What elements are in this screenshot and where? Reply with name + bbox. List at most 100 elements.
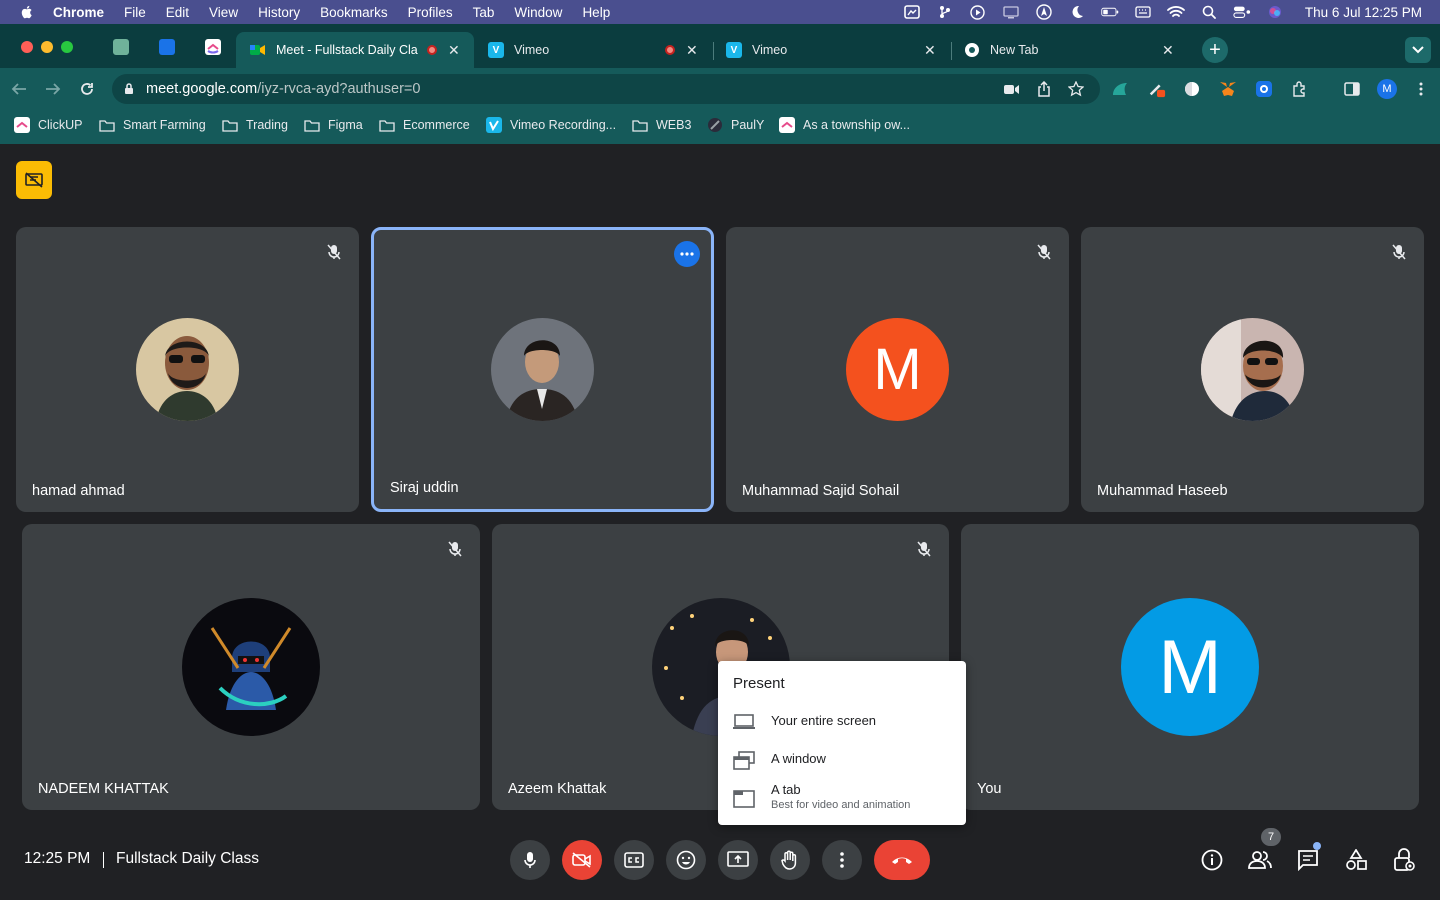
reload-icon[interactable] bbox=[77, 79, 97, 99]
lock-icon[interactable] bbox=[124, 82, 134, 100]
bookmark-vimeo-recording[interactable]: Vimeo Recording... bbox=[486, 117, 616, 133]
menubar-clock[interactable]: Thu 6 Jul 12:25 PM bbox=[1305, 5, 1422, 20]
bookmark-clickup[interactable]: ClickUP bbox=[14, 117, 82, 133]
navigation-status-icon[interactable] bbox=[1035, 4, 1053, 20]
control-center-icon[interactable] bbox=[1233, 5, 1251, 19]
status-area: Thu 6 Jul 12:25 PM bbox=[903, 0, 1422, 24]
participant-tile[interactable]: M Muhammad Sajid Sohail bbox=[726, 227, 1069, 512]
microphone-button[interactable] bbox=[510, 840, 550, 880]
keyboard-status-icon[interactable] bbox=[1134, 5, 1152, 19]
bookmark-web3[interactable]: WEB3 bbox=[632, 118, 691, 132]
address-bar[interactable]: meet.google.com/iyz-rvca-ayd?authuser=0 bbox=[112, 74, 1100, 104]
extension-pen-icon[interactable] bbox=[1148, 80, 1166, 98]
chat-icon[interactable] bbox=[1295, 847, 1321, 873]
forward-arrow-icon[interactable] bbox=[43, 79, 63, 99]
close-tab-icon[interactable]: ✕ bbox=[924, 42, 936, 59]
git-status-icon[interactable] bbox=[936, 5, 954, 19]
apple-icon[interactable] bbox=[19, 4, 35, 20]
display-status-icon[interactable] bbox=[1002, 5, 1020, 19]
participant-name: Muhammad Sajid Sohail bbox=[742, 483, 900, 499]
participant-tile-self[interactable]: M You bbox=[961, 524, 1419, 810]
people-icon[interactable] bbox=[1247, 847, 1273, 873]
present-now-button[interactable] bbox=[718, 840, 758, 880]
tab-vimeo-1[interactable]: V Vimeo ✕ bbox=[474, 32, 710, 68]
host-controls-icon[interactable] bbox=[1391, 847, 1417, 873]
participant-name: Siraj uddin bbox=[390, 480, 459, 496]
wifi-icon[interactable] bbox=[1167, 5, 1185, 19]
meeting-details-icon[interactable] bbox=[1199, 847, 1225, 873]
participant-tile[interactable]: hamad ahmad bbox=[16, 227, 359, 512]
participant-tile[interactable]: Muhammad Haseeb bbox=[1081, 227, 1424, 512]
bookmark-label: WEB3 bbox=[656, 118, 692, 132]
activities-icon[interactable] bbox=[1343, 847, 1369, 873]
raise-hand-button[interactable] bbox=[770, 840, 810, 880]
tab-vimeo-2[interactable]: V Vimeo ✕ bbox=[712, 32, 948, 68]
back-arrow-icon[interactable] bbox=[9, 79, 29, 99]
bookmark-pauly[interactable]: PaulY bbox=[707, 118, 764, 132]
screen-share-status-icon[interactable] bbox=[903, 5, 921, 19]
folder-icon bbox=[222, 118, 238, 132]
pinned-tab-clickup[interactable] bbox=[205, 39, 221, 55]
moon-icon[interactable] bbox=[1068, 5, 1086, 19]
chrome-menu-icon[interactable] bbox=[1412, 80, 1430, 98]
menu-window[interactable]: Window bbox=[514, 5, 562, 20]
menu-help[interactable]: Help bbox=[582, 5, 610, 20]
participant-tile[interactable]: Siraj uddin bbox=[371, 227, 714, 512]
present-entire-screen-option[interactable]: Your entire screen bbox=[718, 703, 966, 739]
close-tab-icon[interactable]: ✕ bbox=[686, 42, 698, 59]
menu-tab[interactable]: Tab bbox=[473, 5, 495, 20]
play-status-icon[interactable] bbox=[969, 4, 987, 20]
bookmark-figma[interactable]: Figma bbox=[304, 118, 363, 132]
menu-app-name[interactable]: Chrome bbox=[53, 5, 104, 20]
close-tab-icon[interactable]: ✕ bbox=[448, 42, 460, 59]
profile-avatar[interactable]: M bbox=[1377, 79, 1397, 99]
presenting-status-icon[interactable] bbox=[16, 161, 52, 199]
camera-in-use-icon[interactable] bbox=[1003, 80, 1021, 98]
people-count-badge: 7 bbox=[1261, 828, 1281, 846]
address-url: meet.google.com/iyz-rvca-ayd?authuser=0 bbox=[146, 81, 420, 97]
close-tab-icon[interactable]: ✕ bbox=[1162, 42, 1174, 59]
present-tab-option[interactable]: A tab Best for video and animation bbox=[718, 780, 966, 816]
bookmark-township[interactable]: As a township ow... bbox=[779, 117, 910, 133]
menu-profiles[interactable]: Profiles bbox=[408, 5, 453, 20]
menu-file[interactable]: File bbox=[124, 5, 146, 20]
pinned-tab-chatgpt[interactable] bbox=[113, 39, 129, 55]
present-window-option[interactable]: A window bbox=[718, 741, 966, 777]
more-options-icon[interactable] bbox=[674, 241, 700, 267]
reactions-button[interactable] bbox=[666, 840, 706, 880]
tab-new-tab[interactable]: New Tab ✕ bbox=[950, 32, 1186, 68]
mic-off-icon bbox=[444, 538, 466, 560]
share-icon[interactable] bbox=[1035, 80, 1053, 98]
spotlight-search-icon[interactable] bbox=[1200, 5, 1218, 19]
siri-icon[interactable] bbox=[1266, 5, 1284, 19]
window-maximize-button[interactable] bbox=[61, 41, 73, 53]
metamask-fox-icon[interactable] bbox=[1219, 80, 1237, 98]
pinned-tab-calendar[interactable] bbox=[159, 39, 175, 55]
option-label: A tab bbox=[771, 782, 801, 797]
bookmark-star-icon[interactable] bbox=[1067, 80, 1085, 98]
participant-tile[interactable]: NADEEM KHATTAK bbox=[22, 524, 480, 810]
extension-wave-icon[interactable] bbox=[1111, 80, 1129, 98]
more-options-button[interactable] bbox=[822, 840, 862, 880]
bookmark-smart-farming[interactable]: Smart Farming bbox=[99, 118, 206, 132]
extension-circle-icon[interactable] bbox=[1183, 80, 1201, 98]
leave-call-button[interactable] bbox=[874, 840, 930, 880]
side-panel-icon[interactable] bbox=[1343, 80, 1361, 98]
bookmark-ecommerce[interactable]: Ecommerce bbox=[379, 118, 470, 132]
captions-button[interactable] bbox=[614, 840, 654, 880]
menu-view[interactable]: View bbox=[209, 5, 238, 20]
extension-record-icon[interactable] bbox=[1255, 80, 1273, 98]
window-minimize-button[interactable] bbox=[41, 41, 53, 53]
extensions-puzzle-icon[interactable] bbox=[1291, 80, 1309, 98]
tab-search-button[interactable] bbox=[1405, 37, 1431, 63]
window-close-button[interactable] bbox=[21, 41, 33, 53]
bookmark-trading[interactable]: Trading bbox=[222, 118, 288, 132]
new-tab-button[interactable]: + bbox=[1202, 37, 1228, 63]
menu-history[interactable]: History bbox=[258, 5, 300, 20]
meet-icon bbox=[250, 42, 266, 58]
menu-bookmarks[interactable]: Bookmarks bbox=[320, 5, 388, 20]
camera-off-button[interactable] bbox=[562, 840, 602, 880]
tab-meet[interactable]: Meet - Fullstack Daily Cla ✕ bbox=[236, 32, 474, 68]
battery-icon[interactable] bbox=[1101, 5, 1119, 19]
menu-edit[interactable]: Edit bbox=[166, 5, 189, 20]
